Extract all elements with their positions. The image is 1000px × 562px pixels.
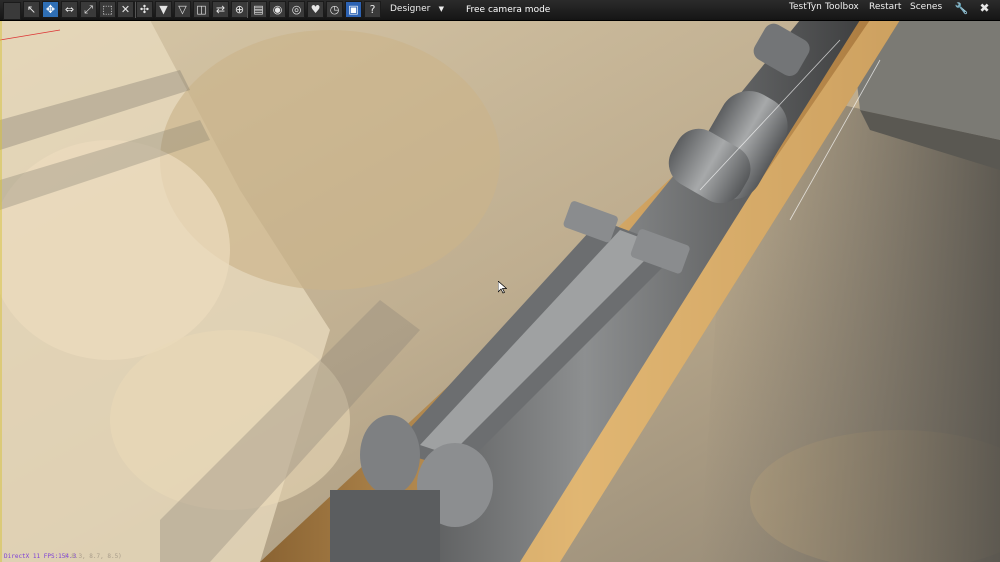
crop-icon[interactable]: ⬚ xyxy=(99,1,116,18)
toolbar-grip-icon xyxy=(3,2,21,20)
scale-icon[interactable]: ⤢ xyxy=(80,1,97,18)
eye-icon[interactable]: ◎ xyxy=(288,1,305,18)
pointer-icon[interactable]: ↖ xyxy=(23,1,40,18)
preset-dropdown-value: Designer xyxy=(390,4,431,14)
preset-dropdown[interactable]: Designer ▼ xyxy=(384,1,448,18)
menu-scenes[interactable]: Scenes xyxy=(910,0,942,15)
camera-position: ( 8.3, 8.7, 8.5) xyxy=(64,553,122,560)
camera-mode-label: Free camera mode xyxy=(466,5,551,15)
stopwatch-icon[interactable]: ◷ xyxy=(326,1,343,18)
toolbar-separator xyxy=(247,2,248,18)
menu-testtyn[interactable]: TestTyn xyxy=(789,0,822,15)
save-icon[interactable]: ▣ xyxy=(345,1,362,18)
eye-shaded-icon[interactable]: ◉ xyxy=(269,1,286,18)
resize-icon[interactable]: ⇔ xyxy=(61,1,78,18)
chevron-down-icon: ▼ xyxy=(438,5,444,13)
filter-solid-icon[interactable]: ▼ xyxy=(155,1,172,18)
mouse-cursor-icon xyxy=(498,281,507,294)
wrench-icon[interactable]: 🔧 xyxy=(953,1,970,18)
snap-icon[interactable]: ✣ xyxy=(136,1,153,18)
editor-toolbar: ↖✥⇔⤢⬚☺ ✕✣▼▽◫⇄⊕ ▤◉◎♥◷▣? Designer ▼ Free c… xyxy=(0,0,1000,21)
target-icon[interactable]: ⊕ xyxy=(231,1,248,18)
filter-outline-icon[interactable]: ▽ xyxy=(174,1,191,18)
move-icon[interactable]: ✥ xyxy=(42,1,59,18)
link-icon[interactable]: ⇄ xyxy=(212,1,229,18)
scissors-icon[interactable]: ✕ xyxy=(117,1,134,18)
heart-icon[interactable]: ♥ xyxy=(307,1,324,18)
menu-toolbox[interactable]: Toolbox xyxy=(825,0,859,15)
help-icon[interactable]: ? xyxy=(364,1,381,18)
panel-icon[interactable]: ◫ xyxy=(193,1,210,18)
document-icon[interactable]: ▤ xyxy=(250,1,267,18)
close-icon[interactable]: ✖ xyxy=(976,1,993,18)
menu-restart[interactable]: Restart xyxy=(869,0,901,15)
